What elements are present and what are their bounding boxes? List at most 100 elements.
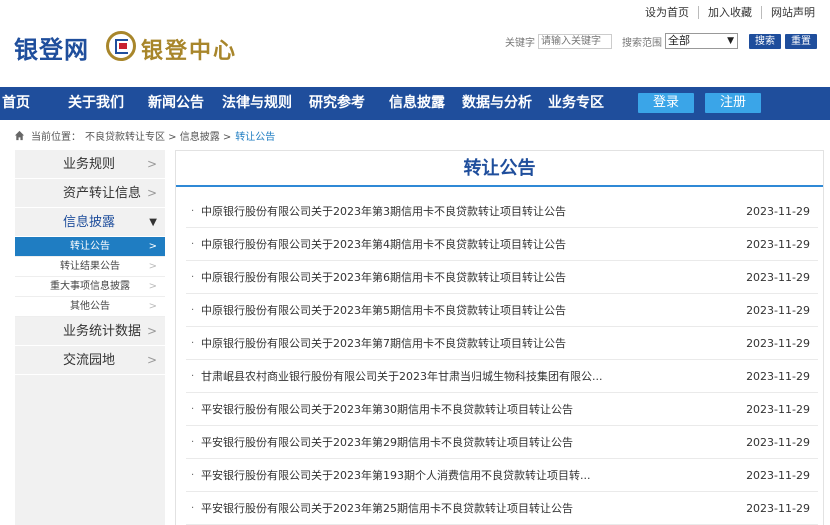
- nav-home[interactable]: 首页: [2, 87, 30, 120]
- list-item[interactable]: · 甘肃岷县农村商业银行股份有限公司关于2023年甘肃当归城生物科技集团有限公..…: [186, 360, 818, 393]
- top-link-homepage[interactable]: 设为首页: [636, 6, 698, 19]
- chevron-right-icon: >: [148, 261, 157, 272]
- keyword-label: 关键字: [505, 37, 535, 49]
- notice-date: 2023-11-29: [746, 337, 810, 350]
- sidebar-item-label: 业务统计数据: [63, 324, 142, 339]
- chevron-right-icon: >: [146, 186, 157, 200]
- list-item[interactable]: · 中原银行股份有限公司关于2023年第6期信用卡不良贷款转让项目转让公告 2023…: [186, 261, 818, 294]
- chevron-down-icon: ▼: [149, 217, 157, 228]
- nav-data[interactable]: 数据与分析: [462, 87, 532, 120]
- sidebar-item-statistics[interactable]: 业务统计数据 >: [15, 317, 165, 346]
- sidebar-subitem-label: 其他公告: [70, 301, 110, 312]
- sidebar-item-disclosure[interactable]: 信息披露 ▼: [15, 208, 165, 237]
- list-item[interactable]: · 中原银行股份有限公司关于2023年第3期信用卡不良贷款转让项目转让公告 2023…: [186, 195, 818, 228]
- page-title: 转让公告: [176, 151, 823, 187]
- register-button[interactable]: 注册: [705, 93, 761, 113]
- breadcrumb: 当前位置： 不良贷款转让专区 > 信息披露 > 转让公告: [14, 128, 275, 143]
- notice-title[interactable]: 中原银行股份有限公司关于2023年第6期信用卡不良贷款转让项目转让公告: [201, 261, 631, 294]
- nav-about[interactable]: 关于我们: [68, 87, 124, 120]
- notice-title[interactable]: 平安银行股份有限公司关于2023年第29期信用卡不良贷款转让项目转让公告: [201, 426, 631, 459]
- sidebar-item-label: 交流园地: [63, 353, 116, 368]
- sidebar-item-label: 业务规则: [63, 157, 116, 172]
- breadcrumb-path[interactable]: 不良贷款转让专区 > 信息披露 >: [85, 128, 231, 143]
- keyword-input[interactable]: [538, 33, 612, 49]
- sidebar-item-forum[interactable]: 交流园地 >: [15, 346, 165, 375]
- notice-date: 2023-11-29: [746, 304, 810, 317]
- notice-date: 2023-11-29: [746, 271, 810, 284]
- top-link-statement[interactable]: 网站声明: [761, 6, 824, 19]
- sidebar-item-label: 信息披露: [63, 215, 116, 230]
- notice-title[interactable]: 中原银行股份有限公司关于2023年第3期信用卡不良贷款转让项目转让公告: [201, 195, 631, 228]
- nav-disclosure[interactable]: 信息披露: [389, 87, 445, 120]
- notice-title[interactable]: 甘肃岷县农村商业银行股份有限公司关于2023年甘肃当归城生物科技集团有限公...: [201, 360, 631, 393]
- notice-title[interactable]: 中原银行股份有限公司关于2023年第7期信用卡不良贷款转让项目转让公告: [201, 327, 631, 360]
- search-bar: 关键字 搜索范围 全部 ▼ 搜索 重置: [505, 33, 821, 49]
- login-button[interactable]: 登录: [638, 93, 694, 113]
- list-item[interactable]: · 平安银行股份有限公司关于2023年第29期信用卡不良贷款转让项目转让公告 202…: [186, 426, 818, 459]
- chevron-right-icon: >: [148, 241, 157, 252]
- content-panel: 转让公告 · 中原银行股份有限公司关于2023年第3期信用卡不良贷款转让项目转让公…: [175, 150, 824, 525]
- sidebar-subitem-result-notice[interactable]: 转让结果公告 >: [15, 257, 165, 277]
- notice-title[interactable]: 平安银行股份有限公司关于2023年第193期个人消费信用不良贷款转让项目转...: [201, 459, 631, 492]
- sidebar: 业务规则 > 资产转让信息 > 信息披露 ▼ 转让公告 > 转让结果公告 > 重…: [15, 150, 165, 525]
- bullet-icon: ·: [191, 206, 195, 217]
- sidebar-subitem-other[interactable]: 其他公告 >: [15, 297, 165, 317]
- bullet-icon: ·: [191, 338, 195, 349]
- nav-research[interactable]: 研究参考: [309, 87, 365, 120]
- notice-date: 2023-11-29: [746, 502, 810, 515]
- bullet-icon: ·: [191, 470, 195, 481]
- scope-label: 搜索范围: [622, 37, 662, 49]
- sidebar-item-rules[interactable]: 业务规则 >: [15, 150, 165, 179]
- bullet-icon: ·: [191, 239, 195, 250]
- sidebar-subitem-transfer-notice[interactable]: 转让公告 >: [15, 237, 165, 257]
- list-item[interactable]: · 中原银行股份有限公司关于2023年第5期信用卡不良贷款转让项目转让公告 2023…: [186, 294, 818, 327]
- nav-business[interactable]: 业务专区: [548, 87, 604, 120]
- nav-law[interactable]: 法律与规则: [222, 87, 292, 120]
- bullet-icon: ·: [191, 305, 195, 316]
- notice-date: 2023-11-29: [746, 370, 810, 383]
- sidebar-item-asset-transfer[interactable]: 资产转让信息 >: [15, 179, 165, 208]
- bullet-icon: ·: [191, 503, 195, 514]
- chevron-right-icon: >: [146, 353, 157, 367]
- notice-title[interactable]: 平安银行股份有限公司关于2023年第30期信用卡不良贷款转让项目转让公告: [201, 393, 631, 426]
- sidebar-subitem-label: 重大事项信息披露: [50, 281, 130, 292]
- notice-date: 2023-11-29: [746, 205, 810, 218]
- scope-select[interactable]: 全部 ▼: [665, 33, 738, 49]
- bullet-icon: ·: [191, 437, 195, 448]
- breadcrumb-label: 当前位置：: [31, 132, 81, 143]
- chevron-right-icon: >: [146, 324, 157, 338]
- notice-date: 2023-11-29: [746, 403, 810, 416]
- list-item[interactable]: · 中原银行股份有限公司关于2023年第7期信用卡不良贷款转让项目转让公告 2023…: [186, 327, 818, 360]
- chevron-down-icon: ▼: [727, 36, 734, 46]
- top-link-bookmark[interactable]: 加入收藏: [698, 6, 761, 19]
- sidebar-subitem-label: 转让公告: [70, 241, 110, 252]
- list-item[interactable]: · 平安银行股份有限公司关于2023年第193期个人消费信用不良贷款转让项目转..…: [186, 459, 818, 492]
- logo-seal-text: 银登中心: [141, 38, 238, 64]
- sidebar-item-label: 资产转让信息: [63, 186, 142, 201]
- chevron-right-icon: >: [148, 281, 157, 292]
- site-logo-text[interactable]: 银登网: [14, 30, 89, 65]
- search-button[interactable]: 搜索: [749, 33, 781, 49]
- scope-select-value: 全部: [668, 34, 690, 47]
- notice-title[interactable]: 平安银行股份有限公司关于2023年第25期信用卡不良贷款转让项目转让公告: [201, 492, 631, 525]
- chevron-right-icon: >: [148, 301, 157, 312]
- bullet-icon: ·: [191, 272, 195, 283]
- reset-button[interactable]: 重置: [785, 33, 817, 49]
- chevron-right-icon: >: [146, 157, 157, 171]
- list-item[interactable]: · 平安银行股份有限公司关于2023年第30期信用卡不良贷款转让项目转让公告 202…: [186, 393, 818, 426]
- notice-title[interactable]: 中原银行股份有限公司关于2023年第5期信用卡不良贷款转让项目转让公告: [201, 294, 631, 327]
- notice-date: 2023-11-29: [746, 238, 810, 251]
- notice-date: 2023-11-29: [746, 469, 810, 482]
- sidebar-subitem-major-events[interactable]: 重大事项信息披露 >: [15, 277, 165, 297]
- notice-list: · 中原银行股份有限公司关于2023年第3期信用卡不良贷款转让项目转让公告 2023…: [176, 195, 823, 525]
- top-links: 设为首页 加入收藏 网站声明: [636, 6, 824, 19]
- notice-title[interactable]: 中原银行股份有限公司关于2023年第4期信用卡不良贷款转让项目转让公告: [201, 228, 631, 261]
- home-icon: [14, 130, 25, 141]
- nav-news[interactable]: 新闻公告: [148, 87, 204, 120]
- notice-date: 2023-11-29: [746, 436, 810, 449]
- breadcrumb-current[interactable]: 转让公告: [235, 128, 275, 143]
- list-item[interactable]: · 平安银行股份有限公司关于2023年第25期信用卡不良贷款转让项目转让公告 202…: [186, 492, 818, 525]
- sidebar-subitem-label: 转让结果公告: [60, 261, 120, 272]
- main-nav: 首页 关于我们 新闻公告 法律与规则 研究参考 信息披露 数据与分析 业务专区 …: [0, 87, 830, 120]
- list-item[interactable]: · 中原银行股份有限公司关于2023年第4期信用卡不良贷款转让项目转让公告 2023…: [186, 228, 818, 261]
